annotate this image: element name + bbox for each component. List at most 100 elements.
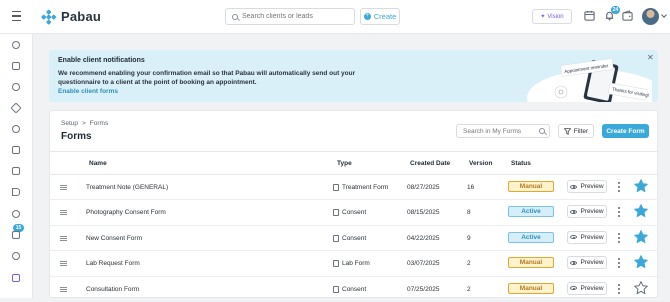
staff-icon[interactable] [12,125,20,133]
more-options-icon[interactable] [618,207,620,218]
brand-logo[interactable]: Pabau [41,8,101,24]
more-options-icon[interactable] [618,182,620,192]
breadcrumb-separator: > [82,120,86,127]
form-type-label: Consent [342,285,367,293]
finance-icon[interactable] [12,210,20,218]
forms-search-button[interactable] [535,125,549,137]
table-row[interactable]: New Consent Form Consent 04/22/2025 9 Ac… [50,226,659,252]
favorite-star-icon[interactable] [633,254,649,270]
eye-icon [570,184,578,189]
status-badge[interactable]: Manual [508,282,554,294]
vision-button-label: Vision [547,13,564,20]
header-status[interactable]: Status [511,160,531,167]
forms-search-input[interactable] [457,127,535,135]
reports-icon[interactable] [12,146,20,154]
preview-button-label: Preview [580,233,604,241]
banner-title: Enable client notifications [58,57,145,64]
created-date: 07/25/2025 [407,285,440,293]
header-name[interactable]: Name [89,160,107,167]
favorite-star-icon[interactable] [633,178,649,194]
favorite-star-icon[interactable] [633,229,649,245]
plus-icon: + [363,13,371,20]
flask-icon [333,184,339,191]
drag-handle-icon[interactable] [60,261,67,267]
header-created-date[interactable]: Created Date [410,160,450,167]
form-type: Consent [333,285,367,293]
enable-client-forms-link[interactable]: Enable client forms [58,88,118,95]
global-search-input[interactable] [242,13,354,20]
notifications-banner: Enable client notifications We recommend… [49,50,658,102]
drag-handle-icon[interactable] [60,286,67,292]
calendar-icon[interactable] [584,10,595,21]
form-type-label: Lab Form [342,260,370,268]
menu-icon[interactable] [12,11,21,21]
notifications-badge: 24 [611,6,620,14]
form-type: Consent [333,234,366,242]
form-version: 2 [467,285,471,293]
leads-icon[interactable] [10,102,22,114]
form-name[interactable]: Consultation Form [86,286,139,293]
more-options-icon[interactable] [618,232,620,243]
status-badge[interactable]: Active [508,206,554,218]
drag-handle-icon[interactable] [60,235,67,241]
document-icon [333,234,339,242]
user-avatar[interactable] [642,8,659,25]
filter-icon [563,127,571,135]
status-badge[interactable]: Manual [508,181,554,192]
preview-button[interactable]: Preview [567,205,607,219]
chevron-down-icon[interactable] [661,12,667,18]
banner-close-icon[interactable]: ✕ [647,53,654,62]
wallet-icon[interactable] [622,10,633,21]
status-badge[interactable]: Active [508,231,554,243]
table-header: Name Type Created Date Version Status [50,151,659,175]
favorite-star-icon[interactable] [633,280,649,296]
form-name[interactable]: Treatment Note (GENERAL) [86,184,168,191]
drag-handle-icon[interactable] [60,185,67,190]
table-row[interactable]: Treatment Note (GENERAL) Treatment Form … [50,175,659,201]
more-options-icon[interactable] [618,283,620,294]
form-type: Consent [333,209,366,217]
preview-button[interactable]: Preview [567,256,607,270]
marketing-icon[interactable] [12,188,20,196]
status-badge[interactable]: Manual [508,257,554,269]
calendar-nav-icon[interactable] [12,62,20,70]
table-body: Treatment Note (GENERAL) Treatment Form … [50,175,659,302]
create-form-button[interactable]: Create Form [602,124,649,138]
document-icon [333,209,339,217]
settings-icon[interactable] [12,252,20,260]
cart-icon[interactable] [12,167,20,175]
drag-handle-icon[interactable] [60,210,67,216]
table-row[interactable]: Consultation Form Consent 07/25/2025 2 M… [50,277,659,302]
form-version: 16 [467,184,475,191]
create-button[interactable]: + Create [360,8,400,25]
preview-button[interactable]: Preview [567,180,607,193]
form-type-label: Treatment Form [342,184,389,191]
header-version[interactable]: Version [469,160,492,167]
form-name[interactable]: Photography Consent Form [86,209,166,216]
favorite-star-icon[interactable] [633,203,649,219]
more-options-icon[interactable] [618,258,620,269]
top-bar: Pabau + Create ✦ Vision 24 [0,0,670,34]
eye-icon [570,209,578,214]
table-row[interactable]: Photography Consent Form Consent 08/15/2… [50,200,659,226]
preview-button[interactable]: Preview [567,230,607,244]
clients-icon[interactable] [12,83,20,91]
filter-button[interactable]: Filter [558,124,594,138]
vision-button[interactable]: ✦ Vision [532,9,572,24]
preview-button[interactable]: Preview [567,281,607,295]
document-icon [333,285,339,293]
table-row[interactable]: Lab Request Form Lab Form 03/07/2025 2 M… [50,251,659,277]
breadcrumb-setup[interactable]: Setup [61,120,78,127]
created-date: 04/22/2025 [407,234,440,242]
inbox-icon[interactable] [12,231,20,239]
tools-icon[interactable] [12,274,20,282]
form-name[interactable]: New Consent Form [86,235,142,242]
forms-search[interactable] [456,124,550,138]
form-type: Treatment Form [333,184,388,191]
dashboard-icon[interactable] [12,41,20,49]
header-type[interactable]: Type [337,160,352,167]
global-search[interactable] [225,8,355,25]
form-name[interactable]: Lab Request Form [86,260,140,267]
forms-card: Setup > Forms Forms Filter Create Form N… [49,110,659,302]
created-date: 08/15/2025 [407,209,440,217]
